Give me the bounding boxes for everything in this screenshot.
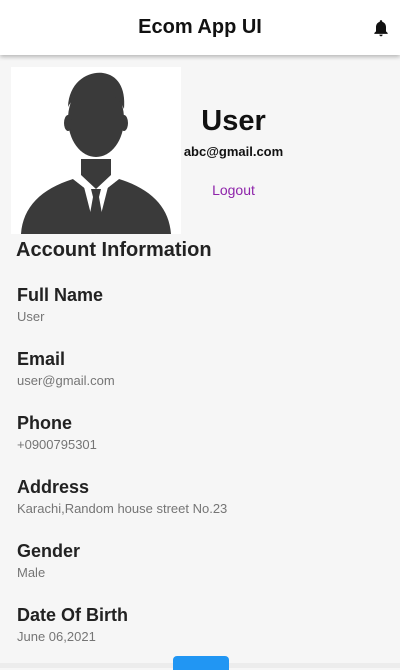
info-value: +0900795301 xyxy=(17,437,97,452)
info-email: Email user@gmail.com xyxy=(17,347,387,411)
app-title: Ecom App UI xyxy=(138,16,262,38)
info-full-name: Full Name User xyxy=(17,283,387,347)
info-label: Gender xyxy=(17,541,81,561)
info-value: user@gmail.com xyxy=(17,373,115,388)
info-label: Email xyxy=(17,349,66,369)
account-info-list: Full Name User Email user@gmail.com Phon… xyxy=(17,283,387,667)
info-label: Date Of Birth xyxy=(17,605,129,625)
bell-icon[interactable] xyxy=(371,17,391,39)
app-bar: Ecom App UI xyxy=(0,0,400,55)
info-label: Address xyxy=(17,477,90,497)
info-value: Karachi,Random house street No.23 xyxy=(17,501,228,516)
info-value: June 06,2021 xyxy=(17,629,96,644)
profile-header: User abc@gmail.com Logout xyxy=(0,55,400,240)
info-address: Address Karachi,Random house street No.2… xyxy=(17,475,387,539)
info-value: User xyxy=(17,309,45,324)
profile-name: User xyxy=(201,105,266,137)
logout-button[interactable]: Logout xyxy=(181,182,286,198)
avatar xyxy=(11,67,181,234)
info-gender: Gender Male xyxy=(17,539,387,603)
profile-email: abc@gmail.com xyxy=(183,144,284,159)
section-title: Account Information xyxy=(16,239,212,261)
info-value: Male xyxy=(17,565,46,580)
info-phone: Phone +0900795301 xyxy=(17,411,387,475)
person-silhouette-icon xyxy=(21,72,171,234)
info-label: Phone xyxy=(17,413,73,433)
info-label: Full Name xyxy=(17,285,104,305)
